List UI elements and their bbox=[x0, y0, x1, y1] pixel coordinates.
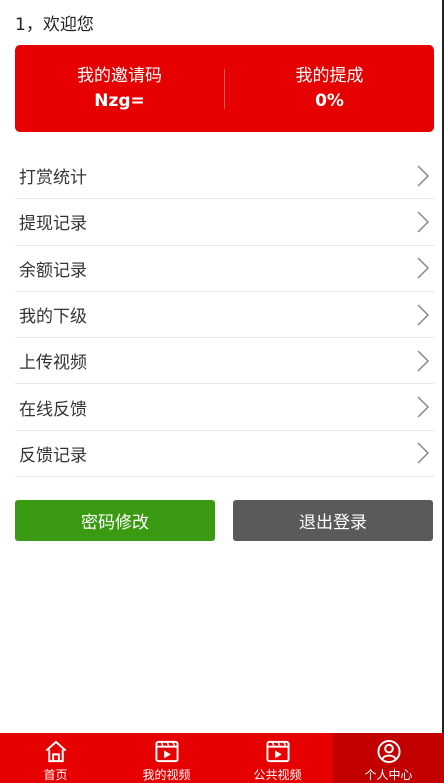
invite-code-block: 我的邀请码 Nzg= bbox=[15, 64, 224, 114]
chevron-right-icon bbox=[417, 211, 430, 233]
change-password-button[interactable]: 密码修改 bbox=[15, 500, 215, 541]
menu-item-label: 余额记录 bbox=[19, 260, 87, 281]
menu-item-label: 反馈记录 bbox=[19, 445, 87, 466]
home-icon bbox=[45, 740, 66, 763]
greeting-text: 1，欢迎您 bbox=[15, 15, 94, 35]
chevron-right-icon bbox=[417, 396, 430, 418]
menu-item-my-subordinates[interactable]: 我的下级 bbox=[15, 292, 434, 339]
video-icon bbox=[154, 740, 179, 763]
menu-item-upload-video[interactable]: 上传视频 bbox=[15, 338, 434, 385]
menu-item-balance-records[interactable]: 余额记录 bbox=[15, 246, 434, 292]
menu-item-feedback-records[interactable]: 反馈记录 bbox=[15, 431, 434, 478]
chevron-right-icon bbox=[417, 304, 430, 326]
chevron-right-icon bbox=[417, 165, 430, 187]
user-icon bbox=[376, 739, 401, 764]
commission-label: 我的提成 bbox=[295, 65, 364, 86]
menu-item-label: 上传视频 bbox=[19, 353, 87, 374]
menu-item-label: 提现记录 bbox=[19, 214, 87, 235]
chevron-right-icon bbox=[417, 442, 430, 464]
tab-public-videos[interactable]: 公共视频 bbox=[222, 733, 333, 783]
tab-label: 公共视频 bbox=[253, 768, 302, 782]
tab-home[interactable]: 首页 bbox=[0, 733, 111, 783]
tab-label: 我的视频 bbox=[142, 768, 191, 782]
menu-item-online-feedback[interactable]: 在线反馈 bbox=[15, 384, 434, 431]
invite-code-value: Nzg= bbox=[94, 90, 145, 111]
menu-item-label: 我的下级 bbox=[19, 307, 87, 328]
chevron-right-icon bbox=[417, 257, 430, 279]
tab-label: 首页 bbox=[43, 768, 68, 782]
menu-item-withdraw-records[interactable]: 提现记录 bbox=[15, 199, 434, 246]
menu-item-reward-stats[interactable]: 打赏统计 bbox=[15, 153, 434, 200]
tab-my-videos[interactable]: 我的视频 bbox=[111, 733, 222, 783]
menu-item-label: 打赏统计 bbox=[19, 168, 87, 189]
tab-personal-center[interactable]: 个人中心 bbox=[333, 733, 444, 783]
commission-block: 我的提成 0% bbox=[225, 64, 434, 114]
menu-item-label: 在线反馈 bbox=[19, 399, 87, 420]
invite-code-label: 我的邀请码 bbox=[77, 65, 162, 86]
video-icon bbox=[265, 740, 290, 763]
tab-label: 个人中心 bbox=[364, 768, 413, 782]
menu-list: 打赏统计 提现记录 余额记录 我的下级 上传视频 在线反馈 反馈记录 bbox=[15, 153, 434, 478]
chevron-right-icon bbox=[417, 350, 430, 372]
commission-value: 0% bbox=[315, 90, 344, 111]
bottom-tab-bar: 首页 我的视频 公共视频 个人中心 bbox=[0, 733, 444, 783]
stats-banner: 我的邀请码 Nzg= 我的提成 0% bbox=[15, 45, 434, 132]
logout-button[interactable]: 退出登录 bbox=[233, 500, 433, 541]
